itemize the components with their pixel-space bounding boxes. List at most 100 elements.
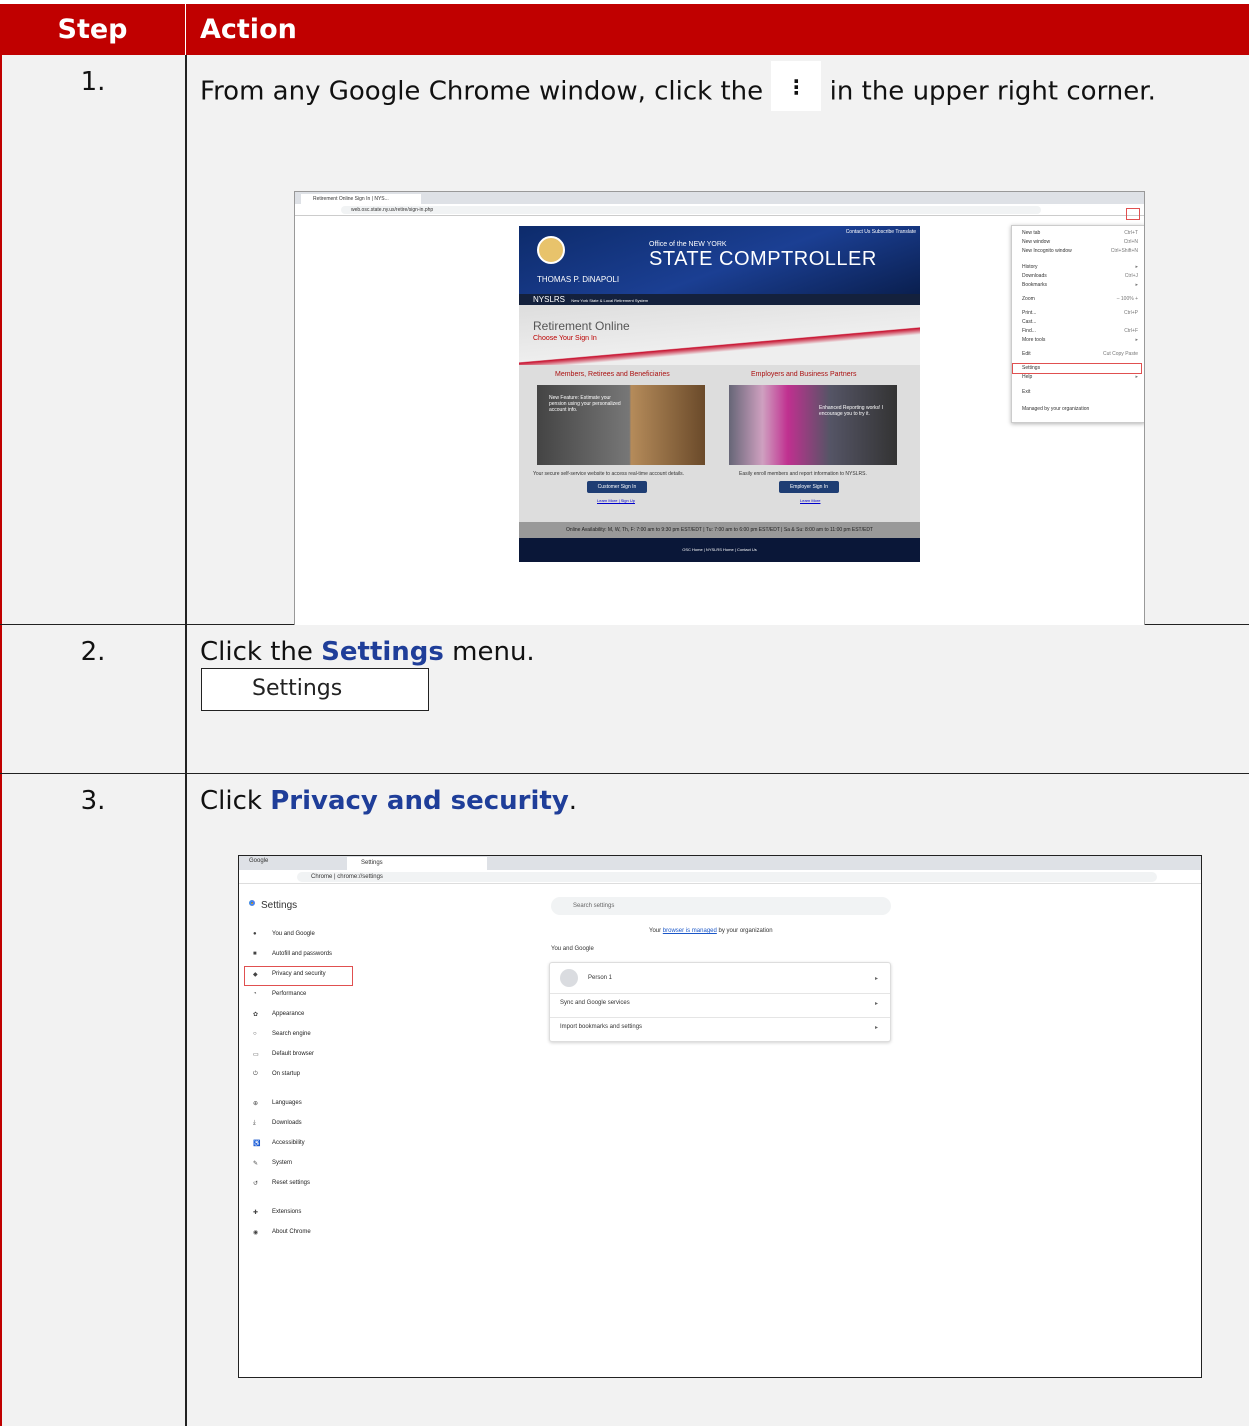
step-row-3: 3. Click Privacy and security. Google Se…: [0, 774, 1249, 1426]
sidebar-item-search-engine[interactable]: Search engine: [272, 1031, 311, 1037]
site-footer[interactable]: OSC Home | NYSLRS Home | Contact Us: [519, 538, 920, 562]
menu-item-edit: Edit: [1022, 351, 1031, 357]
clipboard-icon: ■: [253, 951, 257, 957]
edit-actions[interactable]: Cut Copy Paste: [1103, 351, 1138, 357]
accessibility-icon: ♿: [253, 1141, 261, 1147]
browser-tab[interactable]: Retirement Online Sign In | NYS...: [301, 194, 421, 204]
sidebar-item-about-chrome[interactable]: About Chrome: [272, 1229, 311, 1235]
comptroller-name: THOMAS P. DiNAPOLI: [537, 275, 620, 284]
instruction-text-end: .: [568, 786, 578, 816]
instruction-bold: Privacy and security: [270, 786, 569, 816]
sidebar-item-privacy[interactable]: Privacy and security: [272, 971, 326, 977]
tab-settings[interactable]: Settings: [347, 857, 487, 870]
instruction-bold: Settings: [321, 637, 444, 667]
person-row[interactable]: Person 1: [588, 975, 612, 981]
employer-sign-in-button[interactable]: Employer Sign In: [779, 481, 839, 493]
chrome-settings-screenshot: Google Settings Chrome | chrome://settin…: [238, 855, 1202, 1378]
menu-item-bookmarks[interactable]: Bookmarks: [1022, 282, 1047, 288]
settings-title: Settings: [261, 900, 298, 911]
sidebar-item-system[interactable]: System: [272, 1160, 292, 1166]
employers-heading: Employers and Business Partners: [751, 371, 857, 378]
banner-links[interactable]: Contact Us Subscribe Translate: [846, 229, 916, 235]
managed-text: Your: [649, 928, 662, 934]
sidebar-item-accessibility[interactable]: Accessibility: [272, 1140, 305, 1146]
ro-subtitle: Choose Your Sign In: [533, 335, 597, 342]
menu-item-help[interactable]: Help: [1022, 374, 1032, 380]
menu-item-incognito[interactable]: New Incognito window: [1022, 248, 1072, 254]
sync-row[interactable]: Sync and Google services: [560, 1000, 630, 1006]
sidebar-item-downloads[interactable]: Downloads: [272, 1120, 302, 1126]
palette-icon: ✿: [253, 1012, 259, 1018]
menu-item-new-window[interactable]: New window: [1022, 239, 1050, 245]
employers-description: Easily enroll members and report informa…: [739, 471, 867, 477]
menu-item-zoom[interactable]: Zoom: [1022, 296, 1035, 302]
sidebar-item-default-browser[interactable]: Default browser: [272, 1051, 314, 1057]
step-number: 3.: [80, 786, 106, 816]
shield-icon: ◆: [253, 972, 258, 978]
search-settings-input[interactable]: Search settings: [551, 897, 891, 915]
members-description: Your secure self-service website to acce…: [533, 471, 684, 477]
menu-item-cast[interactable]: Cast...: [1022, 319, 1036, 325]
submenu-arrow: ▸: [1135, 374, 1138, 380]
address-bar[interactable]: Chrome | chrome://settings: [297, 872, 1157, 882]
step-instruction: Click Privacy and security.: [200, 786, 577, 816]
sidebar-item-you-and-google[interactable]: You and Google: [272, 931, 315, 937]
step-row-2: 2. Click the Settings menu. Settings: [0, 625, 1249, 774]
instruction-text: Click: [200, 786, 262, 816]
step-row-1: 1. From any Google Chrome window, click …: [0, 55, 1249, 673]
menu-item-more-tools[interactable]: More tools: [1022, 337, 1045, 343]
step-number: 1.: [80, 67, 106, 97]
employers-learn-more-link[interactable]: Learn More: [800, 498, 820, 503]
address-bar[interactable]: web.osc.state.ny.us/retire/sign-in.php: [341, 206, 1041, 214]
employers-caption: Enhanced Reporting works! I encourage yo…: [819, 405, 884, 417]
sidebar-item-appearance[interactable]: Appearance: [272, 1011, 304, 1017]
import-row[interactable]: Import bookmarks and settings: [560, 1024, 642, 1030]
menu-item-settings[interactable]: Settings: [1022, 365, 1040, 371]
sidebar-item-languages[interactable]: Languages: [272, 1100, 302, 1106]
osc-banner: Contact Us Subscribe Translate Office of…: [519, 226, 920, 294]
menu-item-new-tab[interactable]: New tab: [1022, 230, 1040, 236]
menu-item-find[interactable]: Find...: [1022, 328, 1036, 334]
three-dot-menu-icon: ⋮: [771, 61, 822, 111]
sidebar-item-on-startup[interactable]: On startup: [272, 1071, 300, 1077]
sidebar-item-reset[interactable]: Reset settings: [272, 1180, 310, 1186]
menu-item-print[interactable]: Print...: [1022, 310, 1036, 316]
download-icon: ⤓: [253, 1120, 256, 1126]
menu-item-exit[interactable]: Exit: [1022, 389, 1030, 395]
step-instruction: From any Google Chrome window, click the…: [200, 61, 1156, 117]
submenu-arrow: ▸: [1135, 282, 1138, 288]
chrome-main-menu: New tab Ctrl+T New window Ctrl+N New Incog…: [1011, 225, 1144, 423]
shortcut: Ctrl+Shift+N: [1110, 248, 1138, 254]
customer-sign-in-button[interactable]: Customer Sign In: [587, 481, 647, 493]
browser-icon: ▭: [253, 1052, 259, 1058]
section-heading: You and Google: [551, 946, 594, 952]
step-column-header: Step: [0, 4, 186, 55]
sidebar-item-autofill[interactable]: Autofill and passwords: [272, 951, 332, 957]
menu-item-history[interactable]: History: [1022, 264, 1038, 270]
managed-notice: Your browser is managed by your organiza…: [649, 928, 773, 934]
chrome-icon: ◉: [253, 1230, 259, 1236]
submenu-arrow: ▸: [1135, 337, 1138, 343]
chrome-logo-icon: [247, 898, 257, 908]
chevron-right-icon: ▸: [874, 1001, 878, 1007]
menu-item-downloads[interactable]: Downloads: [1022, 273, 1047, 279]
state-seal-icon: [537, 236, 565, 264]
sidebar-item-performance[interactable]: Performance: [272, 991, 306, 997]
instruction-text-end: in the upper right corner.: [829, 76, 1156, 107]
sidebar-item-extensions[interactable]: Extensions: [272, 1209, 301, 1215]
zoom-controls[interactable]: – 100% +: [1117, 296, 1138, 302]
tab-google[interactable]: Google: [249, 858, 268, 864]
you-and-google-card: Person 1 ▸ Sync and Google services ▸ Impo…: [549, 962, 891, 1042]
submenu-arrow: ▸: [1135, 264, 1138, 270]
power-icon: ⏻: [253, 1071, 258, 1077]
puzzle-icon: ✚: [253, 1210, 259, 1216]
availability-bar: Online Availability: M, W, Th, F: 7:00 a…: [519, 522, 920, 538]
chevron-right-icon: ▸: [874, 1025, 878, 1031]
managed-link[interactable]: browser is managed: [663, 928, 717, 934]
kebab-highlight: [1126, 208, 1140, 220]
person-icon: ●: [253, 931, 257, 937]
instruction-text: From any Google Chrome window, click the: [200, 76, 764, 107]
members-caption: New Feature: Estimate your pension using…: [549, 395, 621, 413]
avatar: [560, 969, 578, 987]
members-links[interactable]: Learn More | Sign Up: [597, 498, 635, 503]
